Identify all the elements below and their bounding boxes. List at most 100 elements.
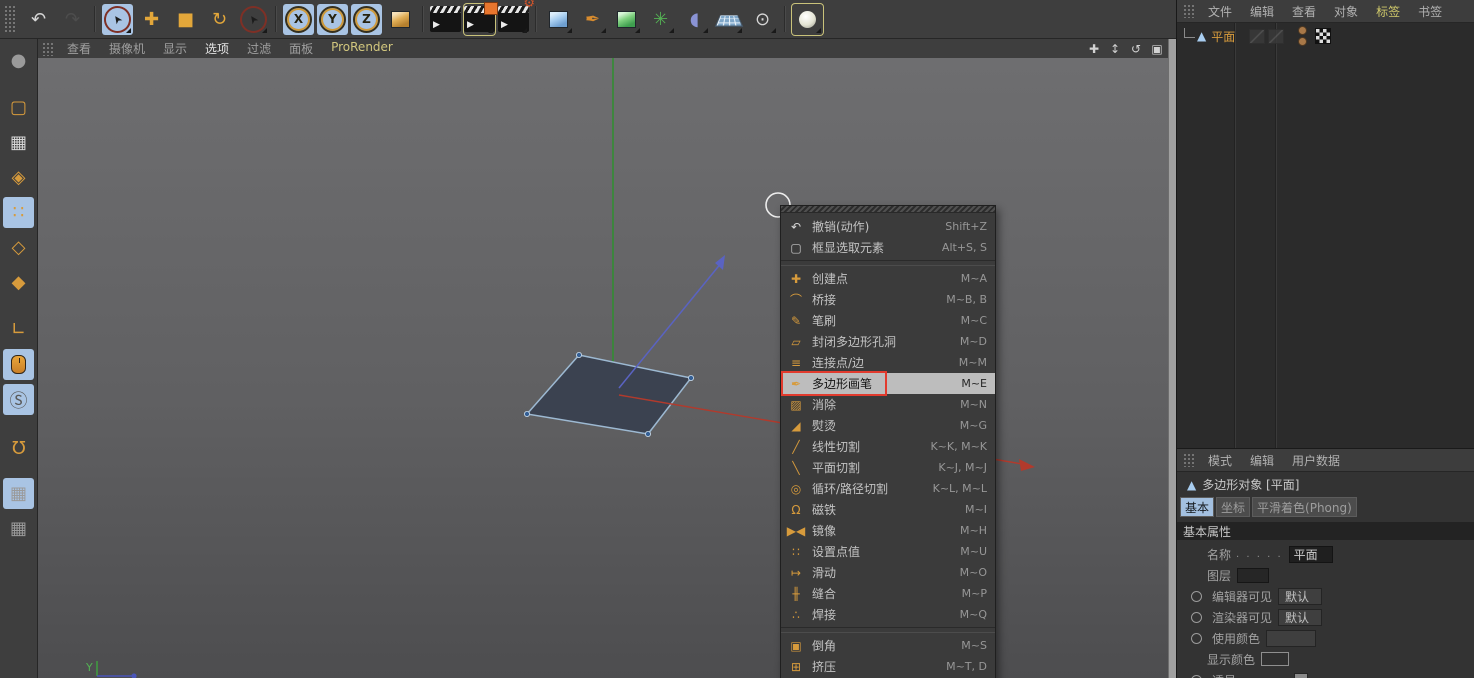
enable-toggle[interactable] xyxy=(1268,28,1285,44)
keyframe-circle[interactable] xyxy=(1191,611,1202,623)
rotate-view-icon[interactable]: ↺ xyxy=(1129,42,1143,56)
menu-item-magnet[interactable]: Ω 磁铁 M~I xyxy=(781,499,995,520)
menu-tear-strip[interactable] xyxy=(781,206,995,213)
edges-mode-button[interactable]: ◇ xyxy=(3,232,34,263)
tags-menu[interactable]: 标签 xyxy=(1367,3,1409,20)
rotate-tool-button[interactable]: ↻ xyxy=(204,4,235,35)
make-editable-button[interactable]: ● xyxy=(3,45,34,76)
mode-menu[interactable]: 模式 xyxy=(1199,452,1241,469)
menu-item-brush[interactable]: ✎ 笔刷 M~C xyxy=(781,310,995,331)
menu-item-set-point-value[interactable]: ∷ 设置点值 M~U xyxy=(781,541,995,562)
menu-item-slide[interactable]: ↦ 滑动 M~O xyxy=(781,562,995,583)
redo-button[interactable]: ↷ xyxy=(57,4,88,35)
renderer-visible-dropdown[interactable]: 默认 xyxy=(1278,608,1323,626)
enable-toggle[interactable] xyxy=(1249,28,1266,44)
menu-item-polygon-pen[interactable]: ✒ 多边形画笔 M~E xyxy=(781,371,995,396)
uvw-tag-icon[interactable] xyxy=(1315,28,1332,44)
keyframe-circle[interactable] xyxy=(1191,590,1202,602)
render-settings-button[interactable]: ▶ xyxy=(498,0,535,35)
live-selection-tool-button[interactable]: ➤ xyxy=(98,0,137,38)
enable-snap-button[interactable]: Ω xyxy=(3,431,34,462)
add-floor-button[interactable] xyxy=(713,4,744,35)
pan-view-icon[interactable]: ✚ xyxy=(1087,42,1101,56)
panel-menu[interactable]: 面板 xyxy=(280,40,322,57)
user-data-menu[interactable]: 用户数据 xyxy=(1283,452,1349,469)
menu-item-iron[interactable]: ◢ 熨烫 M~G xyxy=(781,415,995,436)
menu-item-extrude[interactable]: ⊞ 挤压 M~T, D xyxy=(781,656,995,677)
soft-selection-button[interactable]: Ⓢ xyxy=(3,384,34,415)
display-menu[interactable]: 显示 xyxy=(154,40,196,57)
menu-item-weld[interactable]: ∴ 焊接 M~Q xyxy=(781,604,995,625)
object-row-plane[interactable]: ▲ 平面 xyxy=(1177,26,1474,46)
workplane-lock-button[interactable]: ▦ xyxy=(3,478,34,509)
viewport-canvas[interactable]: Y xyxy=(38,58,1168,678)
use-color-dropdown[interactable] xyxy=(1266,629,1317,647)
vertex-point[interactable] xyxy=(576,351,583,358)
menu-item-mirror[interactable]: ▶◀ 镜像 M~H xyxy=(781,520,995,541)
workplane-align-button[interactable]: ▦ xyxy=(3,513,34,544)
display-color-swatch[interactable] xyxy=(1261,652,1290,666)
coordinate-system-button[interactable] xyxy=(385,4,416,35)
options-menu[interactable]: 选项 xyxy=(196,40,238,57)
menu-item-loop-path-cut[interactable]: ◎ 循环/路径切割 K~L, M~L xyxy=(781,478,995,499)
lock-z-axis-button[interactable]: Z xyxy=(351,3,382,35)
render-view-button[interactable]: ▶ xyxy=(430,4,461,35)
tab-basic[interactable]: 基本 xyxy=(1180,497,1215,517)
points-mode-button[interactable]: ∷ xyxy=(3,197,34,228)
lock-y-axis-button[interactable]: Y xyxy=(317,3,348,35)
last-used-tool-button[interactable]: ➤ xyxy=(234,0,273,38)
menu-item-bevel[interactable]: ▣ 倒角 M~S xyxy=(781,635,995,656)
add-subdivision-surface-button[interactable] xyxy=(611,4,642,35)
keyframe-circle[interactable] xyxy=(1191,632,1202,644)
file-menu[interactable]: 文件 xyxy=(1199,3,1241,20)
zoom-view-icon[interactable]: ↕ xyxy=(1108,42,1122,56)
texture-mode-button[interactable]: ▦ xyxy=(3,127,34,158)
xray-checkbox[interactable] xyxy=(1293,673,1308,678)
prorender-menu[interactable]: ProRender xyxy=(322,40,402,57)
tweak-mode-button[interactable] xyxy=(3,349,34,380)
plane-object[interactable] xyxy=(525,354,693,435)
menubar-grip[interactable] xyxy=(42,41,54,56)
add-primitive-button[interactable] xyxy=(543,4,574,35)
object-name[interactable]: 平面 xyxy=(1211,28,1235,45)
filter-menu[interactable]: 过滤 xyxy=(238,40,280,57)
move-tool-button[interactable]: ✚ xyxy=(136,4,167,35)
toggle-view-icon[interactable]: ▣ xyxy=(1150,42,1164,56)
workplane-mode-button[interactable]: ◈ xyxy=(3,162,34,193)
menu-item-plane-cut[interactable]: ╲ 平面切割 K~J, M~J xyxy=(781,457,995,478)
menu-item-frame-selected[interactable]: ▢ 框显选取元素 Alt+S, S xyxy=(781,237,995,258)
toolbar-grip[interactable] xyxy=(4,5,16,33)
add-spline-button[interactable]: ✒ xyxy=(577,4,608,35)
editor-visibility-dot[interactable] xyxy=(1298,26,1308,35)
object-manager[interactable]: ▲ 平面 xyxy=(1177,23,1474,448)
model-mode-button[interactable]: ▢ xyxy=(3,92,34,123)
menu-item-dissolve[interactable]: ▨ 消除 M~N xyxy=(781,394,995,415)
add-deformer-button[interactable]: ◖ xyxy=(679,4,710,35)
menu-item-line-cut[interactable]: ╱ 线性切割 K~K, M~K xyxy=(781,436,995,457)
menu-item-close-polygon-hole[interactable]: ▱ 封闭多边形孔洞 M~D xyxy=(781,331,995,352)
editor-visible-dropdown[interactable]: 默认 xyxy=(1278,587,1323,605)
bookmarks-menu[interactable]: 书签 xyxy=(1409,3,1451,20)
enable-axis-button[interactable]: ∟ xyxy=(3,314,34,345)
section-header[interactable]: 基本属性 xyxy=(1177,522,1474,540)
lock-x-axis-button[interactable]: X xyxy=(283,3,314,35)
add-camera-button[interactable]: ⊙ xyxy=(747,4,778,35)
edit-menu[interactable]: 编辑 xyxy=(1241,452,1283,469)
menu-item-stitch-sew[interactable]: ╫ 缝合 M~P xyxy=(781,583,995,604)
camera-menu[interactable]: 摄像机 xyxy=(100,40,154,57)
layer-field[interactable] xyxy=(1237,567,1270,583)
scale-tool-button[interactable]: ■ xyxy=(170,4,201,35)
menubar-grip[interactable] xyxy=(1183,453,1195,467)
objects-menu[interactable]: 对象 xyxy=(1325,3,1367,20)
view-menu[interactable]: 查看 xyxy=(1283,3,1325,20)
menu-item-undo-action[interactable]: ↶ 撤销(动作) Shift+Z xyxy=(781,216,995,237)
render-visibility-dot[interactable] xyxy=(1298,37,1308,46)
render-picture-viewer-button[interactable]: ▶ xyxy=(464,2,498,35)
vertex-point[interactable] xyxy=(645,430,652,437)
vertex-point[interactable] xyxy=(524,410,531,417)
menu-item-bridge[interactable]: ⌒ 桥接 M~B, B xyxy=(781,289,995,310)
tab-coordinates[interactable]: 坐标 xyxy=(1216,497,1251,517)
view-menu[interactable]: 查看 xyxy=(58,40,100,57)
undo-button[interactable]: ↶ xyxy=(23,4,54,35)
menubar-grip[interactable] xyxy=(1183,4,1195,18)
